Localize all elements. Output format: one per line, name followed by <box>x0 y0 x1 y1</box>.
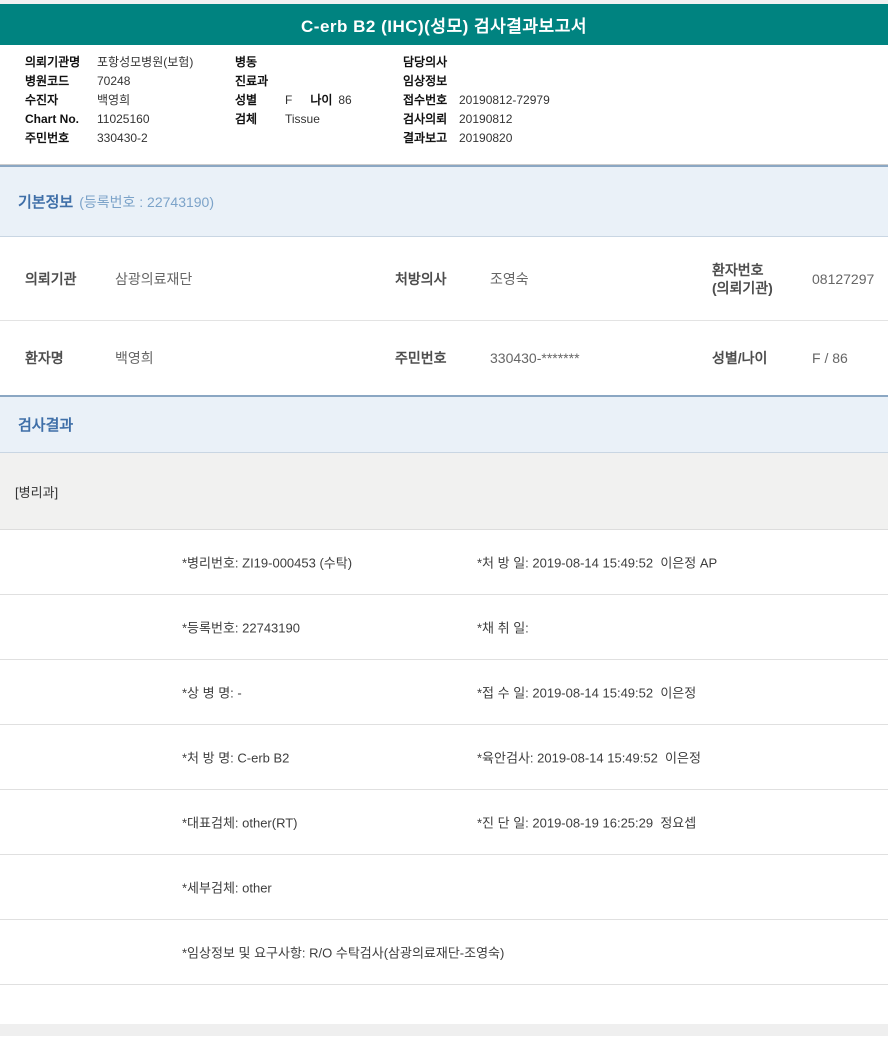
test-request-date-value: 20190812 <box>459 112 512 126</box>
clinical-info-row: 임상정보 <box>403 72 703 91</box>
id-block-right-column: 담당의사 임상정보 접수번호20190812-72979 검사의뢰2019081… <box>403 53 703 148</box>
pathology-number-text: *병리번호: ZI19-000453 (수탁) <box>182 553 352 572</box>
resident-no-label: 주민번호 <box>25 129 97 148</box>
report-title-bar: C-erb B2 (IHC)(성모) 검사결과보고서 <box>0 4 888 45</box>
sex-value: F <box>285 93 292 107</box>
patient-name-value: 백영희 <box>115 348 154 368</box>
patient-id-block: 의뢰기관명포항성모병원(보험) 병원코드70248 수진자백영희 Chart N… <box>0 45 888 165</box>
receipt-no-value: 20190812-72979 <box>459 93 550 107</box>
result-row-sub-specimen: *세부검체: other <box>0 855 888 920</box>
chart-no-row: Chart No.11025160 <box>25 110 235 129</box>
disease-name-text: *상 병 명: - <box>182 683 242 702</box>
result-report-date-row: 결과보고20190820 <box>403 129 703 148</box>
test-request-date-label: 검사의뢰 <box>403 110 459 129</box>
chart-no-value: 11025160 <box>97 112 150 126</box>
receipt-date-text: *접 수 일: 2019-08-14 15:49:52 이은정 <box>477 683 696 702</box>
report-title: C-erb B2 (IHC)(성모) 검사결과보고서 <box>301 12 587 37</box>
sex-age-row: 성별F 나이86 <box>235 91 403 110</box>
resident-no-value: 330430-2 <box>97 131 148 145</box>
examinee-label: 수진자 <box>25 91 97 110</box>
patient-number-value: 08127297 <box>812 271 874 287</box>
ward-row: 병동 <box>235 53 403 72</box>
department-row: 진료과 <box>235 72 403 91</box>
attending-doctor-row: 담당의사 <box>403 53 703 72</box>
attending-doctor-label: 담당의사 <box>403 53 459 72</box>
result-row-prescription-name: *처 방 명: C-erb B2 *육안검사: 2019-08-14 15:49… <box>0 725 888 790</box>
age-value: 86 <box>338 93 351 107</box>
sub-specimen-text: *세부검체: other <box>182 878 272 897</box>
gross-exam-date-text: *육안검사: 2019-08-14 15:49:52 이은정 <box>477 748 701 767</box>
specimen-row: 검체Tissue <box>235 110 403 129</box>
empty-spacer-row <box>0 985 888 1024</box>
referring-org-value: 삼광의료재단 <box>115 269 192 289</box>
prescribing-doctor-value: 조영숙 <box>490 269 529 289</box>
examinee-row: 수진자백영희 <box>25 91 235 110</box>
collection-date-text: *채 취 일: <box>477 618 529 637</box>
test-result-section-header: 검사결과 <box>0 395 888 453</box>
result-row-disease-name: *상 병 명: - *접 수 일: 2019-08-14 15:49:52 이은… <box>0 660 888 725</box>
hospital-code-row: 병원코드70248 <box>25 72 235 91</box>
requesting-org-row: 의뢰기관명포항성모병원(보험) <box>25 53 235 72</box>
age-label: 나이 <box>310 91 338 110</box>
result-report-date-value: 20190820 <box>459 131 512 145</box>
hospital-code-label: 병원코드 <box>25 72 97 91</box>
requesting-org-label: 의뢰기관명 <box>25 53 97 72</box>
result-row-clinical-request: *임상정보 및 요구사항: R/O 수탁검사(삼광의료재단-조영숙) <box>0 920 888 985</box>
receipt-no-row: 접수번호20190812-72979 <box>403 91 703 110</box>
basic-info-title: 기본정보 <box>18 191 73 212</box>
patient-table-row-1: 의뢰기관 삼광의료재단 처방의사 조영숙 환자번호 (의뢰기관) 08127297 <box>0 237 888 321</box>
pathology-department-band: [병리과] <box>0 453 888 530</box>
resident-number-label: 주민번호 <box>395 348 447 368</box>
patient-number-label: 환자번호 (의뢰기관) <box>712 261 773 297</box>
patient-table-row-2: 환자명 백영희 주민번호 330430-******* 성별/나이 F / 86 <box>0 321 888 395</box>
sex-age-table-value: F / 86 <box>812 350 848 366</box>
sex-label: 성별 <box>235 91 285 110</box>
test-result-title: 검사결과 <box>18 414 73 435</box>
main-specimen-text: *대표검체: other(RT) <box>182 813 298 832</box>
registration-number-detail-text: *등록번호: 22743190 <box>182 618 300 637</box>
result-row-main-specimen: *대표검체: other(RT) *진 단 일: 2019-08-19 16:2… <box>0 790 888 855</box>
pathology-department-label: [병리과] <box>15 482 58 501</box>
prescription-name-text: *처 방 명: C-erb B2 <box>182 748 289 767</box>
patient-number-label-line2: (의뢰기관) <box>712 280 773 296</box>
result-report-date-label: 결과보고 <box>403 129 459 148</box>
resident-no-row: 주민번호330430-2 <box>25 129 235 148</box>
prescription-date-text: *처 방 일: 2019-08-14 15:49:52 이은정 AP <box>477 553 717 572</box>
patient-number-label-line1: 환자번호 <box>712 262 764 278</box>
receipt-no-label: 접수번호 <box>403 91 459 110</box>
specimen-value: Tissue <box>285 112 320 126</box>
referring-org-label: 의뢰기관 <box>25 269 77 289</box>
footer-band <box>0 1024 888 1036</box>
prescribing-doctor-label: 처방의사 <box>395 269 447 289</box>
requesting-org-value: 포항성모병원(보험) <box>97 55 193 69</box>
resident-number-value: 330430-******* <box>490 350 580 366</box>
hospital-code-value: 70248 <box>97 74 130 88</box>
specimen-label: 검체 <box>235 110 285 129</box>
chart-no-label: Chart No. <box>25 110 97 129</box>
test-request-date-row: 검사의뢰20190812 <box>403 110 703 129</box>
clinical-request-text: *임상정보 및 요구사항: R/O 수탁검사(삼광의료재단-조영숙) <box>182 943 504 962</box>
id-block-middle-column: 병동 진료과 성별F 나이86 검체Tissue <box>235 53 403 129</box>
patient-name-label: 환자명 <box>25 348 64 368</box>
result-row-pathology-number: *병리번호: ZI19-000453 (수탁) *처 방 일: 2019-08-… <box>0 530 888 595</box>
examinee-value: 백영희 <box>97 93 130 107</box>
result-row-registration-number: *등록번호: 22743190 *채 취 일: <box>0 595 888 660</box>
diagnosis-date-text: *진 단 일: 2019-08-19 16:25:29 정요셉 <box>477 813 696 832</box>
id-block-left-column: 의뢰기관명포항성모병원(보험) 병원코드70248 수진자백영희 Chart N… <box>25 53 235 148</box>
sex-age-table-label: 성별/나이 <box>712 348 767 368</box>
ward-label: 병동 <box>235 53 285 72</box>
clinical-info-label: 임상정보 <box>403 72 459 91</box>
registration-number-text: (등록번호 : 22743190) <box>79 192 214 212</box>
department-label: 진료과 <box>235 72 285 91</box>
basic-info-section-header: 기본정보 (등록번호 : 22743190) <box>0 165 888 237</box>
